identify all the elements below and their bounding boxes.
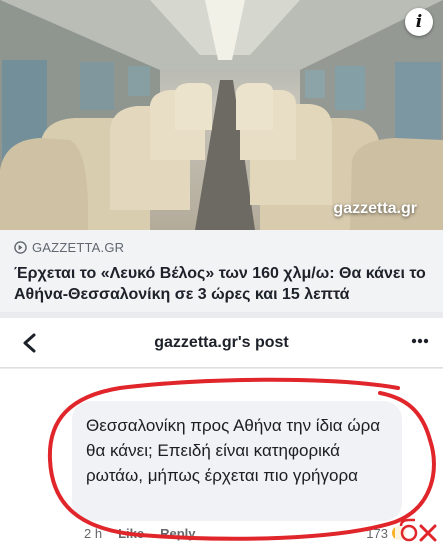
link-headline[interactable]: Έρχεται το «Λευκό Βέλος» των 160 χλμ/ω: … bbox=[14, 263, 429, 305]
globe-icon bbox=[14, 241, 27, 254]
like-button[interactable]: Like bbox=[118, 526, 144, 541]
train-interior-photo bbox=[0, 0, 443, 230]
post-header: gazzetta.gr's post bbox=[0, 318, 443, 368]
link-preview-image[interactable]: i gazzetta.gr bbox=[0, 0, 443, 230]
comment-section: Θεσσαλονίκη προς Αθήνα την ίδια ώρα θα κ… bbox=[0, 369, 443, 550]
post-title: gazzetta.gr's post bbox=[154, 334, 289, 351]
link-source: GAZZETTA.GR bbox=[14, 240, 429, 255]
reaction-count: 173 bbox=[366, 525, 388, 541]
comment-time: 2 h bbox=[84, 526, 103, 541]
comment-bubble[interactable]: Θεσσαλονίκη προς Αθήνα την ίδια ώρα θα κ… bbox=[72, 401, 402, 521]
link-source-label: GAZZETTA.GR bbox=[32, 240, 125, 255]
more-dots-icon[interactable] bbox=[411, 338, 429, 344]
comment-actions: 2 h Like Reply bbox=[84, 526, 196, 541]
corner-logo-icon bbox=[395, 516, 441, 546]
reply-button[interactable]: Reply bbox=[160, 526, 195, 541]
info-icon[interactable]: i bbox=[405, 8, 433, 36]
image-watermark: gazzetta.gr bbox=[333, 200, 417, 217]
link-preview-meta[interactable]: GAZZETTA.GR Έρχεται το «Λευκό Βέλος» των… bbox=[0, 230, 443, 312]
comment-text: Θεσσαλονίκη προς Αθήνα την ίδια ώρα θα κ… bbox=[86, 416, 381, 485]
